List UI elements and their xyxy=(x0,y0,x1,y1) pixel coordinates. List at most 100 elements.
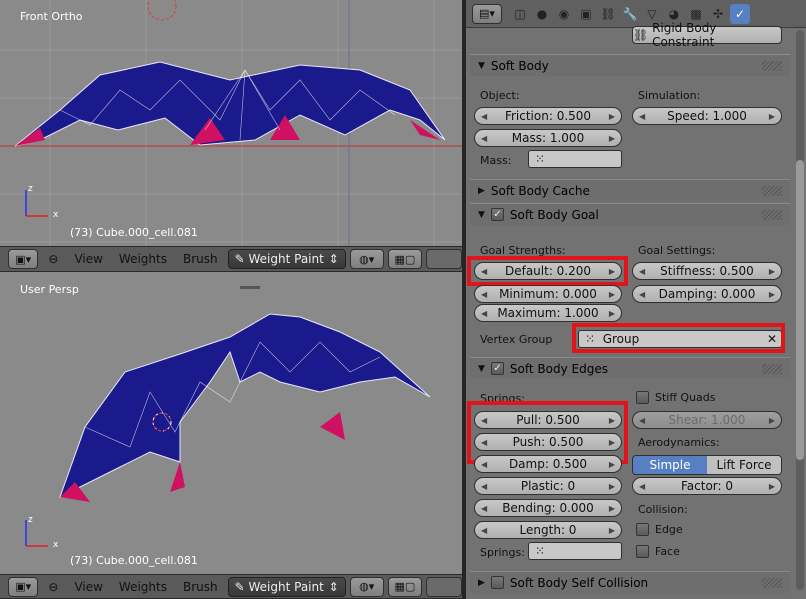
goal-minimum-field[interactable]: ◀ Minimum: 0.000 ▶ xyxy=(474,285,622,303)
collapse-icon[interactable]: ⊖ xyxy=(42,580,64,594)
mass-field[interactable]: ◀ Mass: 1.000 ▶ xyxy=(474,129,622,147)
render-icon[interactable]: ◫ xyxy=(510,4,530,24)
goal-enable-checkbox[interactable]: ✓ xyxy=(490,208,504,221)
panel-soft-body-edges: ▼ ✓ Soft Body Edges xyxy=(470,357,790,379)
collapse-icon[interactable]: ⊖ xyxy=(42,252,64,266)
face-collision-row[interactable]: Face xyxy=(636,545,680,558)
object-label: Object: xyxy=(480,89,520,102)
goal-damping-field[interactable]: ◀ Damping: 0.000 ▶ xyxy=(632,285,782,303)
self-collision-checkbox[interactable] xyxy=(490,576,504,589)
collapsed-triangle-icon: ▶ xyxy=(478,577,485,588)
panel-header[interactable]: ▶ Soft Body Self Collision xyxy=(470,571,790,593)
aero-simple-button[interactable]: Simple xyxy=(633,456,707,474)
bending-field[interactable]: ◀ Bending: 0.000 ▶ xyxy=(474,499,622,517)
axis-x-label: x xyxy=(53,210,59,220)
mass-vertex-group[interactable]: ⁙ xyxy=(528,150,622,168)
mask-toggle[interactable]: ▦▢ xyxy=(387,249,422,269)
expand-triangle-icon: ▼ xyxy=(478,363,485,374)
editor-type-button[interactable]: ▤▾ xyxy=(472,3,502,24)
edges-enable-checkbox[interactable]: ✓ xyxy=(490,362,504,375)
drag-grip-icon[interactable] xyxy=(762,363,782,374)
stiff-quads-checkbox[interactable] xyxy=(636,391,649,404)
length-field[interactable]: ◀ Length: 0 ▶ xyxy=(474,521,622,539)
speed-field[interactable]: ◀ Speed: 1.000 ▶ xyxy=(632,107,782,125)
viewport-user-persp[interactable]: User Persp z x (73) Cube.000_cell.081 xyxy=(0,272,462,574)
panel-header[interactable]: ▶ Soft Body Cache xyxy=(470,179,790,201)
link-icon: ⛓ xyxy=(633,28,653,42)
highlight-box xyxy=(572,323,785,353)
friction-field[interactable]: ◀ Friction: 0.500 ▶ xyxy=(474,107,622,125)
menu-brush[interactable]: Brush xyxy=(177,580,224,594)
mesh-bottom xyxy=(59,313,431,499)
rigid-body-constraint-button[interactable]: ⛓ Rigid Body Constraint xyxy=(632,21,782,49)
edge-collision-row[interactable]: Edge xyxy=(636,523,683,536)
edge-collision-checkbox[interactable] xyxy=(636,523,649,536)
panel-soft-body-cache: ▶ Soft Body Cache xyxy=(470,179,790,201)
scene-icon[interactable]: ● xyxy=(532,4,552,24)
shear-field[interactable]: ◀ Shear: 1.000 ▶ xyxy=(632,411,782,429)
paint-mode-icon: ✎ xyxy=(234,579,249,594)
menu-view[interactable]: View xyxy=(68,252,108,266)
aero-lift-button[interactable]: Lift Force xyxy=(707,456,781,474)
viewport-grid xyxy=(0,0,462,246)
mesh-top xyxy=(14,61,446,147)
stiff-quads-row[interactable]: Stiff Quads xyxy=(636,391,716,404)
menu-weights[interactable]: Weights xyxy=(113,252,173,266)
viewport-object-name: (73) Cube.000_cell.081 xyxy=(70,554,198,567)
drag-grip-icon[interactable] xyxy=(762,577,782,588)
panel-header[interactable]: ▼ Soft Body xyxy=(470,54,790,76)
mode-select[interactable]: ✎ Weight Paint ⇕ xyxy=(227,576,346,597)
drag-grip-icon[interactable] xyxy=(762,60,782,71)
world-icon[interactable]: ◉ xyxy=(554,4,574,24)
simulation-label: Simulation: xyxy=(638,89,701,102)
shading-select[interactable]: ◍▾ xyxy=(349,249,384,269)
collapsed-triangle-icon: ▶ xyxy=(478,185,485,196)
properties-editor: ▤▾ ◫ ● ◉ ▣ ⛓ 🔧 ▽ ◕ ▩ ✣ ✓ ⛓ Rigid Body Co… xyxy=(466,0,806,599)
springs-vertex-group[interactable]: ⁙ xyxy=(528,542,622,560)
viewport-object-name: (73) Cube.000_cell.081 xyxy=(70,226,198,239)
factor-field[interactable]: ◀ Factor: 0 ▶ xyxy=(632,477,782,495)
expand-triangle-icon: ▼ xyxy=(478,209,485,220)
highlight-box xyxy=(467,256,628,286)
damp-field[interactable]: ◀ Damp: 0.500 ▶ xyxy=(474,455,622,473)
panel-soft-body-goal: ▼ ✓ Soft Body Goal xyxy=(470,203,790,225)
plastic-field[interactable]: ◀ Plastic: 0 ▶ xyxy=(474,477,622,495)
vertex-group-icon: ⁙ xyxy=(535,152,546,166)
shading-select[interactable]: ◍▾ xyxy=(349,576,384,597)
panel-header[interactable]: ▼ ✓ Soft Body Edges xyxy=(470,357,790,379)
face-collision-checkbox[interactable] xyxy=(636,545,649,558)
vertex-group-label: Vertex Group xyxy=(480,333,553,346)
stiffness-field[interactable]: ◀ Stiffness: 0.500 ▶ xyxy=(632,262,782,280)
viewport-header-bottom: ▣▾ ⊖ View Weights Brush ✎ Weight Paint ⇕ … xyxy=(0,574,463,599)
mask-toggle[interactable]: ▦▢ xyxy=(387,576,422,597)
menu-brush[interactable]: Brush xyxy=(177,252,224,266)
panel-soft-body: ▼ Soft Body xyxy=(470,54,790,76)
axis-z-label: z xyxy=(28,184,33,194)
collision-label: Collision: xyxy=(638,503,688,516)
object-icon[interactable]: ▣ xyxy=(576,4,596,24)
axis-x-label: x xyxy=(53,540,59,550)
axis-z-label: z xyxy=(28,515,33,525)
constraint-icon[interactable]: ⛓ xyxy=(598,4,618,24)
aerodynamics-toggle: Simple Lift Force xyxy=(632,455,782,475)
layers-widget[interactable] xyxy=(425,576,463,597)
drag-grip-icon[interactable] xyxy=(762,209,782,220)
viewport-label: Front Ortho xyxy=(20,10,83,23)
layers-widget[interactable] xyxy=(425,249,463,269)
menu-view[interactable]: View xyxy=(68,580,108,594)
mode-select[interactable]: ✎ Weight Paint ⇕ xyxy=(227,249,346,269)
editor-type-button[interactable]: ▣▾ xyxy=(8,249,39,269)
vertex-group-icon: ⁙ xyxy=(535,544,546,558)
menu-weights[interactable]: Weights xyxy=(113,580,173,594)
goal-settings-label: Goal Settings: xyxy=(638,244,716,257)
viewport-label: User Persp xyxy=(20,283,79,296)
drag-grip-icon[interactable] xyxy=(762,185,782,196)
expand-triangle-icon: ▼ xyxy=(478,60,485,71)
scrollbar-thumb[interactable] xyxy=(796,160,804,460)
goal-maximum-field[interactable]: ◀ Maximum: 1.000 ▶ xyxy=(474,304,622,322)
panel-header[interactable]: ▼ ✓ Soft Body Goal xyxy=(470,203,790,225)
viewport-front-ortho[interactable]: Front Ortho z x (73) Cube.000_cell.081 xyxy=(0,0,462,246)
editor-type-button[interactable]: ▣▾ xyxy=(8,576,39,597)
springs-group-label: Springs: xyxy=(480,546,525,559)
modifier-icon[interactable]: 🔧 xyxy=(620,4,640,24)
